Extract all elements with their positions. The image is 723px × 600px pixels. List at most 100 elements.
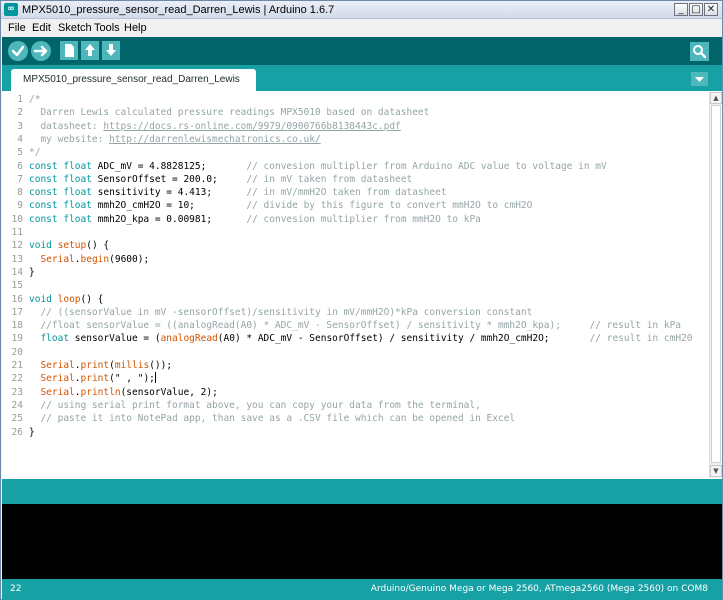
code-line[interactable]: } [29,426,35,439]
line-number: 11 [11,227,23,238]
code-line[interactable]: const float SensorOffset = 200.0; // in … [29,173,412,186]
code-token: ADC_mV = 4.8828125; [91,160,247,172]
arduino-ide-window: ∞ MPX5010_pressure_sensor_read_Darren_Le… [0,0,723,600]
line-number: 5 [17,147,23,159]
code-line[interactable]: // ((sensorValue in mV -sensorOffset)/se… [29,306,532,319]
tab-sketch[interactable]: MPX5010_pressure_sensor_read_Darren_Lewi… [11,69,256,91]
maximize-button[interactable]: □ [689,3,703,16]
line-number: 17 [11,306,23,318]
upload-button[interactable] [31,41,51,61]
serial-monitor-icon [693,45,707,59]
code-line[interactable]: const float mmh2O_cmH2O = 10; // divide … [29,199,532,212]
code-token: () { [86,240,110,252]
line-number: 25 [11,413,23,425]
code-line[interactable]: Serial.begin(9600); [29,253,149,266]
line-number: 24 [11,399,23,411]
code-line[interactable]: const float mmh2O_kpa = 0.00981; // conv… [29,213,481,226]
code-token: /* [29,94,41,105]
tab-bar: MPX5010_pressure_sensor_read_Darren_Lewi… [2,65,722,91]
code-line[interactable]: */ [29,146,40,159]
code-token: print [80,360,110,371]
code-token: float [63,187,92,199]
code-line[interactable]: // paste it into NotePad app, than save … [29,412,515,425]
code-line[interactable]: Serial.print(millis()); [29,359,172,372]
code-token: float [63,200,92,212]
menu-tools[interactable]: Tools [94,21,120,36]
code-token: mmh2O_kpa = 0.00981; [91,213,247,225]
code-line[interactable]: const float sensitivity = 4.413; // in m… [29,186,447,199]
code-line[interactable]: void setup() { [29,239,109,252]
code-token: // in mV/mmH2O taken from datasheet [246,187,447,199]
code-token: void [29,240,52,252]
menu-sketch[interactable]: Sketch [58,21,92,36]
code-token: datasheet: [29,120,104,132]
code-line[interactable]: } [29,266,35,279]
line-number: 15 [11,280,23,292]
line-number: 23 [11,386,23,398]
code-token: // divide by this figure to convert mmH2… [246,200,533,212]
code-token: (9600); [109,253,150,265]
close-button[interactable]: ✕ [704,3,718,16]
line-number: 18 [11,320,23,332]
code-token: Serial [40,386,75,398]
code-token: // using serial print format above, you … [29,399,481,411]
save-sketch-button[interactable] [102,41,120,60]
code-token: void [29,293,52,305]
minimize-button[interactable]: _ [674,3,688,16]
code-token: const [29,200,58,212]
code-token: Serial [40,360,75,371]
code-line[interactable]: Darren Lewis calculated pressure reading… [29,106,429,119]
code-line[interactable]: my website: http://darrenlewismechatroni… [29,133,321,146]
code-token: // result in cmH20 [589,333,693,345]
code-line[interactable]: void loop() { [29,293,103,306]
code-line[interactable]: float sensorValue = (analogRead(A0) * AD… [29,332,693,345]
line-number: 7 [17,173,23,185]
code-line[interactable]: // using serial print format above, you … [29,399,481,412]
title-bar[interactable]: ∞ MPX5010_pressure_sensor_read_Darren_Le… [1,1,722,19]
scroll-down-icon[interactable]: ▼ [710,465,722,477]
arduino-app-icon: ∞ [4,3,18,16]
scroll-up-icon[interactable]: ▲ [710,92,722,104]
code-token: float [63,160,92,172]
menu-bar: File Edit Sketch Tools Help [1,20,722,37]
code-line[interactable]: datasheet: https://docs.rs-online.com/99… [29,120,400,133]
upload-icon [33,45,48,57]
code-line[interactable]: const float ADC_mV = 4.8828125; // conve… [29,160,607,173]
code-token: SensorOffset = 200.0; [91,173,247,185]
code-line[interactable]: //float sensorValue = ((analogRead(A0) *… [29,319,681,332]
tab-menu-button[interactable] [691,72,708,86]
verify-button[interactable] [8,41,28,61]
code-token: // convesion multiplier from Arduino ADC… [246,160,607,172]
scrollbar-thumb[interactable] [711,105,721,463]
code-token: loop [57,293,81,305]
save-icon [106,44,116,56]
code-link[interactable]: http://darrenlewismechatronics.co.uk/ [109,134,321,145]
toolbar [2,37,722,65]
line-number: 16 [11,293,23,305]
console-output[interactable] [2,504,722,579]
menu-file[interactable]: File [8,21,26,36]
code-editor[interactable]: 1 2 3 4 5 6 7 8 9 10 11 12 13 14 15 16 17 18 19 20 21 22 23 24 2… [2,91,722,479]
code-line[interactable]: Serial.println(sensorValue, 2); [29,386,217,399]
menu-help[interactable]: Help [124,21,147,36]
code-token: Serial [40,253,75,265]
code-line[interactable]: /* [29,93,40,106]
tab-menu-icon [695,77,704,82]
editor-vertical-scrollbar[interactable]: ▲ ▼ [709,92,722,478]
code-link[interactable]: https://docs.rs-online.com/9979/0900766b… [103,121,400,132]
text-cursor [154,372,156,384]
code-token: } [29,426,35,438]
line-number: 22 [11,373,23,385]
new-sketch-button[interactable] [60,41,78,60]
open-sketch-button[interactable] [81,41,99,60]
code-line[interactable]: Serial.print(" , "); [29,372,156,385]
line-number: 13 [11,253,23,265]
code-token: setup [57,240,87,252]
menu-edit[interactable]: Edit [32,21,51,36]
line-number: 10 [11,213,23,225]
serial-monitor-button[interactable] [690,42,709,61]
